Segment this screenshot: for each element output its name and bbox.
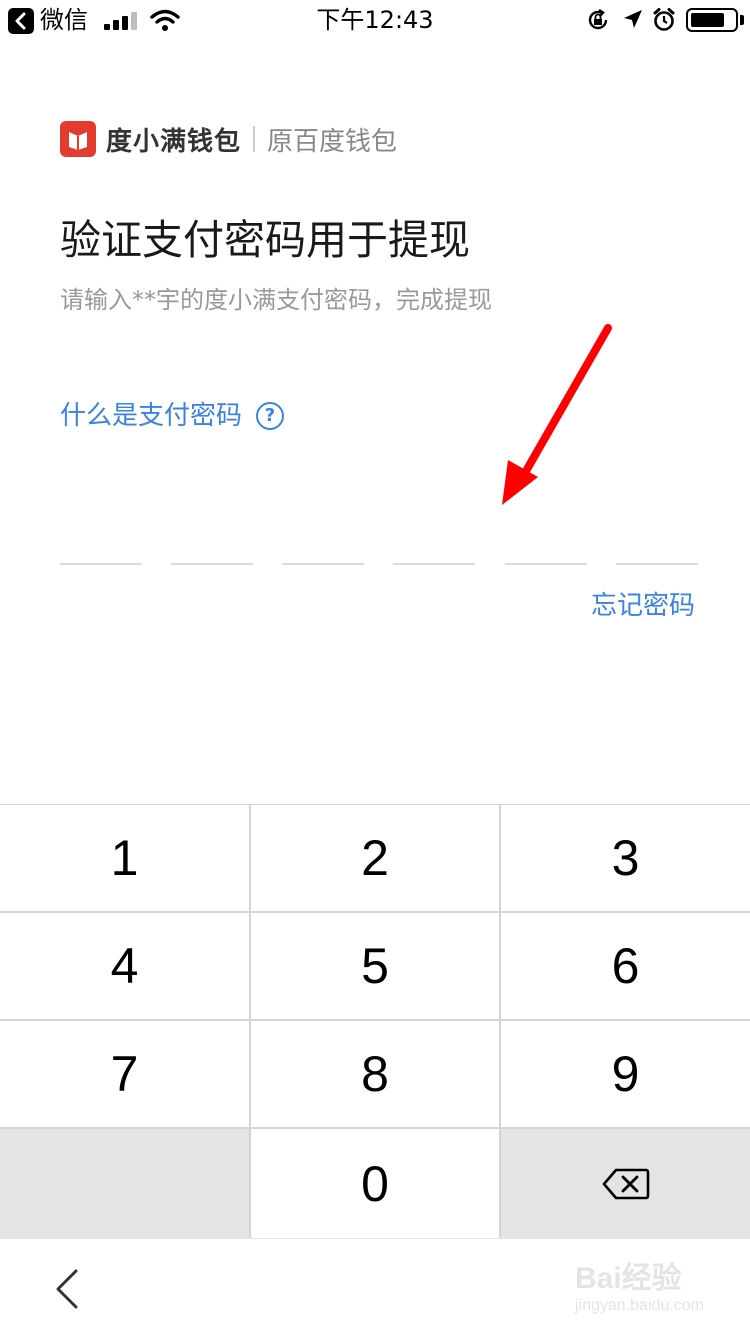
watermark: Bai经验 jingyan.baidu.com bbox=[575, 1262, 715, 1322]
brand-name: 度小满钱包 bbox=[106, 126, 242, 157]
pin-slot[interactable] bbox=[282, 563, 364, 565]
watermark-brand: Bai经验 bbox=[575, 1262, 682, 1295]
help-link-label: 什么是支付密码 bbox=[60, 401, 243, 431]
orientation-lock-icon bbox=[588, 8, 608, 30]
wallet-logo-icon bbox=[60, 121, 96, 157]
delete-key[interactable] bbox=[501, 1129, 750, 1238]
key-9[interactable]: 9 bbox=[501, 1021, 750, 1127]
brand-divider bbox=[253, 126, 256, 152]
status-bar: 微信 下午12:43 bbox=[0, 0, 750, 40]
pin-slot[interactable] bbox=[393, 563, 475, 565]
alarm-icon bbox=[653, 8, 675, 31]
brand-subtitle: 原百度钱包 bbox=[267, 126, 398, 157]
forgot-password-link[interactable]: 忘记密码 bbox=[591, 588, 695, 624]
pin-slot[interactable] bbox=[616, 563, 698, 565]
numeric-keypad: 1 2 3 4 5 6 7 8 9 0 bbox=[0, 804, 750, 1238]
battery-cap bbox=[740, 15, 744, 25]
chevron-left-icon[interactable] bbox=[50, 1269, 86, 1309]
key-1[interactable]: 1 bbox=[0, 805, 249, 911]
key-8[interactable]: 8 bbox=[251, 1021, 499, 1127]
location-icon bbox=[624, 10, 642, 28]
backspace-icon bbox=[602, 1168, 649, 1199]
brand-header: 度小满钱包 原百度钱包 bbox=[60, 121, 397, 157]
key-2[interactable]: 2 bbox=[251, 805, 499, 911]
pin-slot[interactable] bbox=[505, 563, 587, 565]
key-0[interactable]: 0 bbox=[251, 1129, 499, 1238]
key-blank bbox=[0, 1129, 249, 1238]
key-5[interactable]: 5 bbox=[251, 913, 499, 1019]
pin-slot[interactable] bbox=[60, 563, 142, 565]
question-circle-icon[interactable]: ? bbox=[256, 402, 285, 430]
battery-icon bbox=[686, 8, 738, 32]
key-4[interactable]: 4 bbox=[0, 913, 249, 1019]
key-7[interactable]: 7 bbox=[0, 1021, 249, 1127]
key-6[interactable]: 6 bbox=[501, 913, 750, 1019]
watermark-url: jingyan.baidu.com bbox=[575, 1297, 704, 1314]
pin-slot[interactable] bbox=[171, 563, 253, 565]
battery-level bbox=[691, 13, 724, 27]
what-is-payment-password-link[interactable]: 什么是支付密码 ? bbox=[60, 398, 285, 434]
key-3[interactable]: 3 bbox=[501, 805, 750, 911]
page-subtitle: 请输入**宇的度小满支付密码，完成提现 bbox=[60, 286, 492, 314]
password-input[interactable] bbox=[60, 563, 698, 565]
red-arrow-annotation bbox=[502, 324, 612, 505]
page-title: 验证支付密码用于提现 bbox=[60, 216, 470, 264]
